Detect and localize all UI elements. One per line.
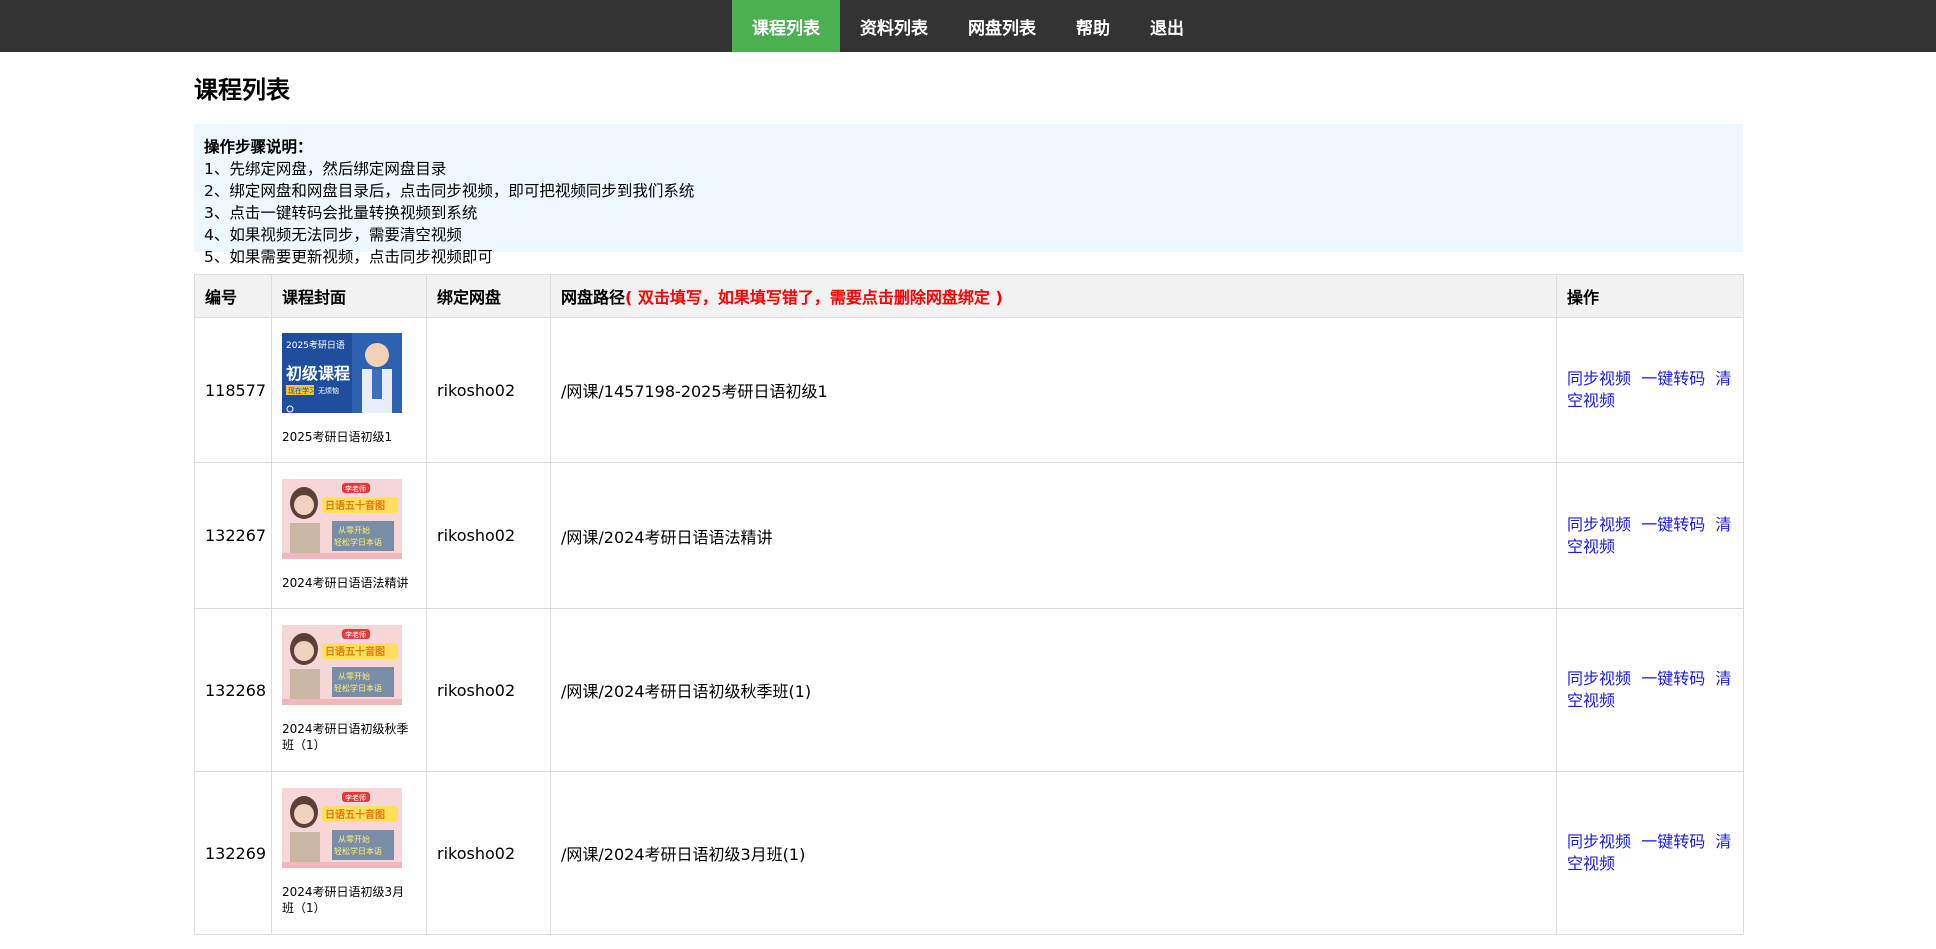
instruction-line: 3、点击一键转码会批量转换视频到系统	[204, 204, 478, 222]
cell-path[interactable]: /网课/2024考研日语语法精讲	[550, 462, 1557, 609]
nav-logout[interactable]: 退出	[1130, 0, 1204, 52]
cell-path[interactable]: /网课/2024考研日语初级秋季班(1)	[550, 608, 1557, 772]
sync-video-link[interactable]: 同步视频	[1567, 515, 1631, 534]
sync-video-link[interactable]: 同步视频	[1567, 832, 1631, 851]
cover-big-text: 初级课程	[286, 364, 350, 383]
cover-tag1: 从零开始	[338, 525, 370, 535]
cover-caption: 2024考研日语初级3月班（1）	[282, 885, 405, 915]
course-cover-image: 李老师 日语五十音图 从零开始 轻松学日本语	[282, 478, 402, 559]
table-row: 132267 李老师 日语五十音图 从零开始 轻松学日本语 2024考研日语语法…	[194, 462, 1744, 609]
cover-caption: 2024考研日语初级秋季班（1）	[282, 722, 409, 752]
header-cover: 课程封面	[271, 274, 427, 318]
cell-disk: rikosho02	[426, 462, 551, 609]
cell-ops: 同步视频 一键转码 清空视频	[1556, 462, 1744, 609]
header-path-label: 网盘路径	[561, 288, 626, 307]
instruction-line: 1、先绑定网盘，然后绑定网盘目录	[204, 160, 447, 178]
course-cover-image: 李老师 日语五十音图 从零开始 轻松学日本语	[282, 625, 402, 705]
cover-banner: 日语五十音图	[325, 499, 385, 512]
table-row: 118577 2025考研日语 初级课程 现在学习 无烦恼 2025考研日语初级…	[194, 317, 1744, 463]
sync-video-link[interactable]: 同步视频	[1567, 369, 1631, 388]
cell-ops: 同步视频 一键转码 清空视频	[1556, 317, 1744, 463]
header-path-note: ( 双击填写，如果填写错了，需要点击删除网盘绑定 )	[625, 288, 1003, 307]
cell-path[interactable]: /网课/1457198-2025考研日语初级1	[550, 317, 1557, 463]
top-navbar: 课程列表 资料列表 网盘列表 帮助 退出	[0, 0, 1936, 52]
cover-tag2: 无烦恼	[318, 386, 339, 395]
header-path: 网盘路径( 双击填写，如果填写错了，需要点击删除网盘绑定 )	[550, 274, 1557, 318]
header-disk: 绑定网盘	[426, 274, 551, 318]
cover-tag1: 从零开始	[338, 671, 370, 681]
cover-tag2: 轻松学日本语	[334, 846, 382, 856]
course-cover-image: 2025考研日语 初级课程 现在学习 无烦恼	[282, 333, 402, 413]
cell-ops: 同步视频 一键转码 清空视频	[1556, 771, 1744, 935]
cover-tag1: 现在学习	[288, 386, 316, 395]
nav-netdisk-list[interactable]: 网盘列表	[948, 0, 1056, 52]
nav-material-list[interactable]: 资料列表	[840, 0, 948, 52]
instructions-title: 操作步骤说明：	[204, 138, 313, 156]
cell-disk: rikosho02	[426, 608, 551, 772]
cover-banner: 日语五十音图	[325, 808, 385, 821]
cover-tag1: 从零开始	[338, 834, 370, 844]
cover-caption: 2025考研日语初级1	[282, 430, 393, 444]
header-id: 编号	[194, 274, 272, 318]
page-title: 课程列表	[194, 76, 290, 104]
cell-ops: 同步视频 一键转码 清空视频	[1556, 608, 1744, 772]
cover-badge: 李老师	[345, 630, 366, 639]
instruction-line: 2、绑定网盘和网盘目录后，点击同步视频，即可把视频同步到我们系统	[204, 182, 695, 200]
cover-caption: 2024考研日语语法精讲	[282, 575, 409, 590]
cell-cover: 李老师 日语五十音图 从零开始 轻松学日本语 2024考研日语初级3月班（1）	[271, 771, 427, 935]
cover-badge: 李老师	[345, 793, 366, 802]
instruction-line: 4、如果视频无法同步，需要清空视频	[204, 226, 462, 244]
nav-help[interactable]: 帮助	[1056, 0, 1130, 52]
main-content: 课程列表 操作步骤说明： 1、先绑定网盘，然后绑定网盘目录 2、绑定网盘和网盘目…	[194, 52, 1744, 935]
cell-path[interactable]: /网课/2024考研日语初级3月班(1)	[550, 771, 1557, 935]
cover-badge: 李老师	[345, 484, 366, 493]
transcode-link[interactable]: 一键转码	[1641, 515, 1705, 534]
header-ops: 操作	[1556, 274, 1744, 318]
transcode-link[interactable]: 一键转码	[1641, 832, 1705, 851]
cell-cover: 2025考研日语 初级课程 现在学习 无烦恼 2025考研日语初级1	[271, 317, 427, 463]
cell-disk: rikosho02	[426, 317, 551, 463]
instruction-line: 5、如果需要更新视频，点击同步视频即可	[204, 248, 493, 266]
table-row: 132268 李老师 日语五十音图 从零开始 轻松学日本语 2024考研日语初级…	[194, 608, 1744, 772]
cell-disk: rikosho02	[426, 771, 551, 935]
transcode-link[interactable]: 一键转码	[1641, 669, 1705, 688]
course-cover-image: 李老师 日语五十音图 从零开始 轻松学日本语	[282, 788, 402, 868]
table-row: 132269 李老师 日语五十音图 从零开始 轻松学日本语 2024考研日语初级…	[194, 771, 1744, 935]
course-table: 编号 课程封面 绑定网盘 网盘路径( 双击填写，如果填写错了，需要点击删除网盘绑…	[194, 274, 1744, 935]
transcode-link[interactable]: 一键转码	[1641, 369, 1705, 388]
cell-id: 132269	[194, 771, 272, 935]
cover-banner: 日语五十音图	[325, 645, 385, 658]
cell-cover: 李老师 日语五十音图 从零开始 轻松学日本语 2024考研日语初级秋季班（1）	[271, 608, 427, 772]
instructions-box: 操作步骤说明： 1、先绑定网盘，然后绑定网盘目录 2、绑定网盘和网盘目录后，点击…	[194, 124, 1743, 266]
cell-id: 132268	[194, 608, 272, 772]
cover-top-text: 2025考研日语	[286, 340, 345, 351]
cover-tag2: 轻松学日本语	[334, 537, 382, 547]
cell-id: 118577	[194, 317, 272, 463]
cell-id: 132267	[194, 462, 272, 609]
table-header-row: 编号 课程封面 绑定网盘 网盘路径( 双击填写，如果填写错了，需要点击删除网盘绑…	[194, 274, 1744, 318]
cell-cover: 李老师 日语五十音图 从零开始 轻松学日本语 2024考研日语语法精讲	[271, 462, 427, 609]
cover-tag2: 轻松学日本语	[334, 683, 382, 693]
sync-video-link[interactable]: 同步视频	[1567, 669, 1631, 688]
nav-course-list[interactable]: 课程列表	[732, 0, 840, 52]
